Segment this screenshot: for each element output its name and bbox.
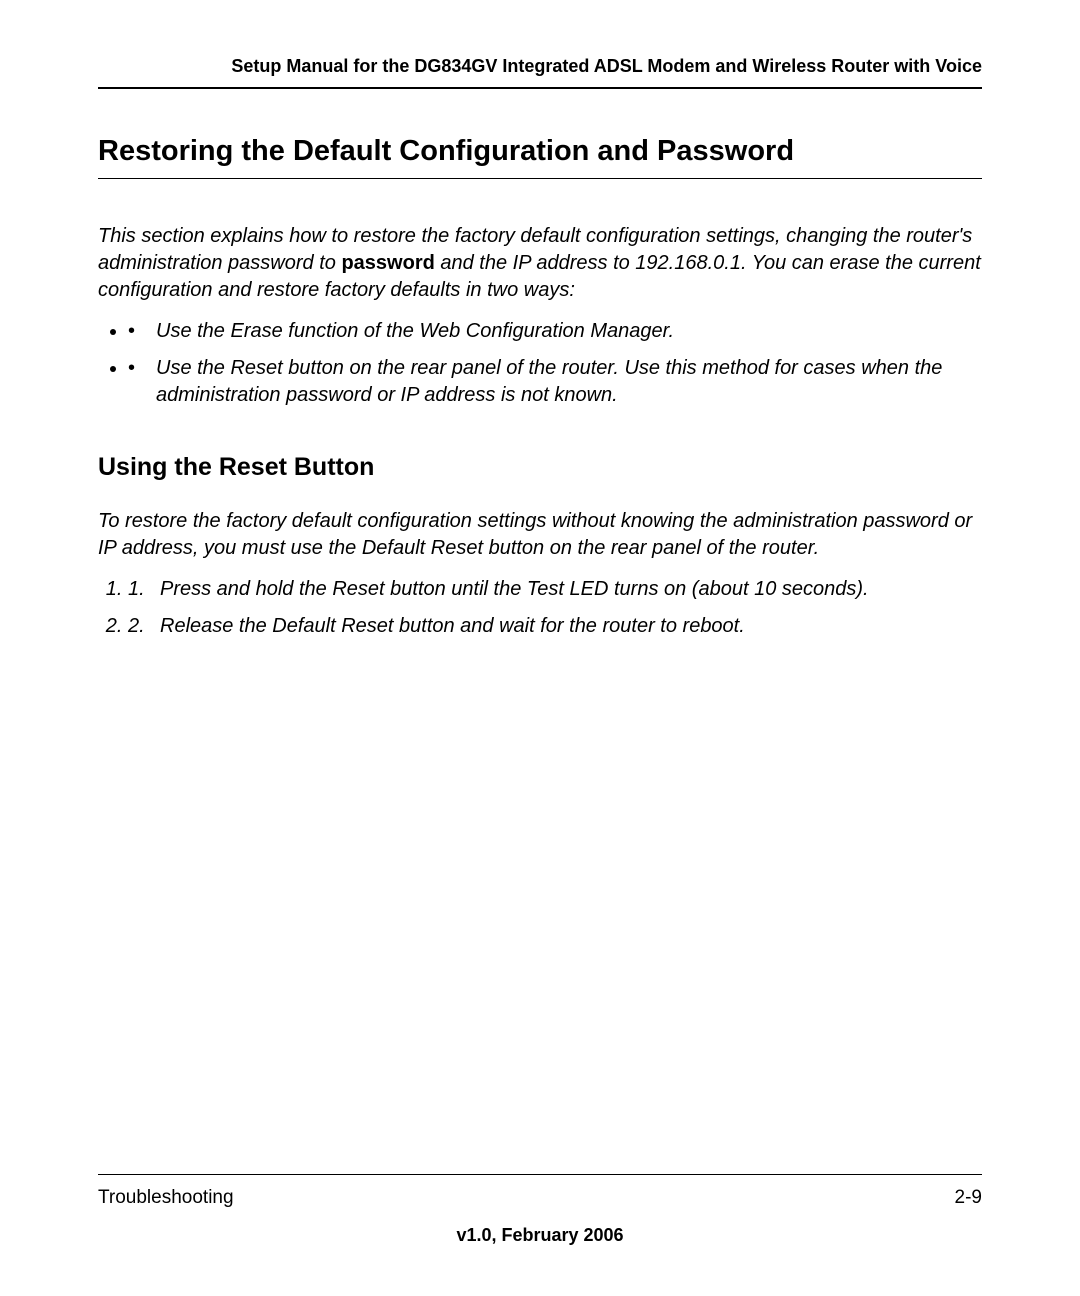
- subsection-paragraph: To restore the factory default configura…: [98, 508, 982, 562]
- heading-1: Restoring the Default Configuration and …: [98, 135, 982, 179]
- bullet-item: Use the Erase function of the Web Config…: [128, 318, 982, 345]
- bullet-text: Use the Erase function of the Web Config…: [156, 320, 674, 342]
- bullet-list: Use the Erase function of the Web Config…: [98, 318, 982, 409]
- item-number: 2.: [128, 613, 145, 640]
- step-text: Press and hold the Reset button until th…: [160, 578, 869, 600]
- bullet-text: Use the Reset button on the rear panel o…: [156, 357, 942, 406]
- footer-section: Troubleshooting: [98, 1187, 234, 1209]
- numbered-list: 1. Press and hold the Reset button until…: [98, 576, 982, 640]
- item-number: 1.: [128, 576, 145, 603]
- intro-paragraph: This section explains how to restore the…: [98, 223, 982, 304]
- password-literal: password: [341, 252, 434, 274]
- footer-page-number: 2-9: [955, 1187, 982, 1209]
- numbered-item: 1. Press and hold the Reset button until…: [128, 576, 982, 603]
- footer-version: v1.0, February 2006: [98, 1225, 982, 1246]
- page-footer: Troubleshooting 2-9 v1.0, February 2006: [98, 1174, 982, 1246]
- doc-header-title: Setup Manual for the DG834GV Integrated …: [231, 56, 982, 76]
- numbered-item: 2. Release the Default Reset button and …: [128, 613, 982, 640]
- bullet-item: Use the Reset button on the rear panel o…: [128, 355, 982, 409]
- step-text: Release the Default Reset button and wai…: [160, 615, 745, 637]
- doc-header: Setup Manual for the DG834GV Integrated …: [98, 56, 982, 89]
- heading-2: Using the Reset Button: [98, 453, 982, 482]
- footer-rule: [98, 1174, 982, 1175]
- footer-line1: Troubleshooting 2-9: [98, 1187, 982, 1209]
